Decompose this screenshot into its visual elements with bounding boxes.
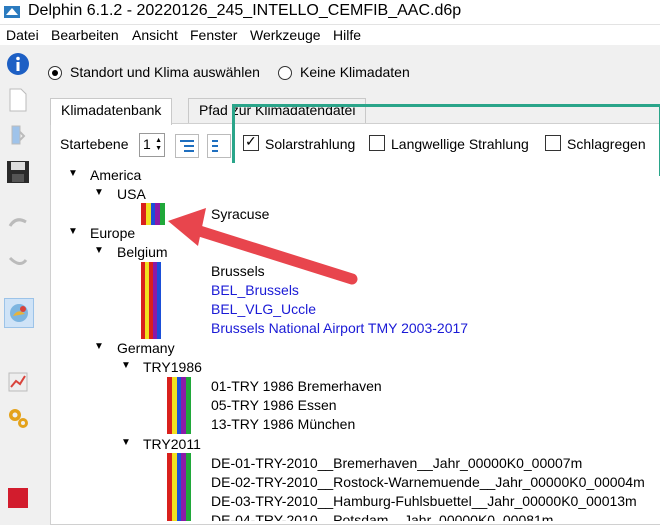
chevron-down-icon[interactable]: ▼ bbox=[121, 360, 131, 371]
tab-klimadatenbank[interactable]: Klimadatenbank bbox=[50, 98, 173, 125]
startebene-value: 1 bbox=[143, 136, 151, 152]
redo-icon[interactable] bbox=[4, 246, 32, 274]
tree-bel-vlg-uccle[interactable]: BEL_VLG_Uccle bbox=[211, 301, 316, 317]
menu-bearbeiten[interactable]: Bearbeiten bbox=[51, 27, 119, 43]
climate-data-bars-icon bbox=[167, 377, 191, 434]
chart-icon[interactable] bbox=[4, 368, 32, 396]
climate-data-bars-icon bbox=[141, 203, 165, 225]
tree-try11-potsdam[interactable]: DE-04-TRY-2010__Potsdam__Jahr_00000K0_00… bbox=[211, 512, 553, 521]
tree-try86-essen[interactable]: 05-TRY 1986 Essen bbox=[211, 397, 337, 413]
menu-datei[interactable]: Datei bbox=[6, 27, 39, 43]
climate-data-bars-icon bbox=[141, 262, 161, 339]
radio-standort[interactable] bbox=[48, 66, 62, 80]
delphin-app-icon bbox=[4, 6, 20, 18]
title-bar: Delphin 6.1.2 - 20220126_245_INTELLO_CEM… bbox=[0, 0, 660, 25]
menu-ansicht[interactable]: Ansicht bbox=[132, 27, 178, 43]
tree-europe[interactable]: Europe bbox=[90, 225, 135, 241]
spin-down-icon[interactable]: ▼ bbox=[155, 145, 162, 152]
window-title: Delphin 6.1.2 - 20220126_245_INTELLO_CEM… bbox=[28, 2, 462, 19]
chevron-down-icon[interactable]: ▼ bbox=[68, 168, 78, 179]
radio-keine-label: Keine Klimadaten bbox=[300, 64, 410, 80]
menu-bar: Datei Bearbeiten Ansicht Fenster Werkzeu… bbox=[0, 25, 660, 45]
tree-bel-brussels[interactable]: BEL_Brussels bbox=[211, 282, 299, 298]
tree-germany[interactable]: Germany bbox=[117, 340, 175, 356]
tree-try11-rostock[interactable]: DE-02-TRY-2010__Rostock-Warnemuende__Jah… bbox=[211, 474, 645, 490]
checkbox-langwellige-strahlung[interactable] bbox=[369, 135, 385, 151]
menu-fenster[interactable]: Fenster bbox=[190, 27, 237, 43]
chevron-down-icon[interactable]: ▼ bbox=[68, 226, 78, 237]
menu-hilfe[interactable]: Hilfe bbox=[333, 27, 361, 43]
stop-icon[interactable] bbox=[4, 484, 32, 512]
left-toolbar bbox=[0, 46, 40, 521]
chevron-down-icon[interactable]: ▼ bbox=[94, 341, 104, 352]
schlagregen-label: Schlagregen bbox=[567, 136, 646, 152]
tree-syracuse[interactable]: Syracuse bbox=[211, 206, 269, 222]
save-icon[interactable] bbox=[4, 158, 32, 186]
menu-werkzeuge[interactable]: Werkzeuge bbox=[250, 27, 321, 43]
langwellige-strahlung-label: Langwellige Strahlung bbox=[391, 136, 529, 152]
expand-tree-button[interactable] bbox=[175, 134, 199, 158]
radio-keine-klimadaten[interactable] bbox=[278, 66, 292, 80]
radio-standort-label: Standort und Klima auswählen bbox=[70, 64, 260, 80]
tree-usa[interactable]: USA bbox=[117, 186, 146, 202]
climate-tree[interactable]: ▼ America ▼ USA Syracuse ▼ Europe ▼ Belg… bbox=[51, 163, 659, 521]
tree-try11-hamburg[interactable]: DE-03-TRY-2010__Hamburg-Fuhlsbuettel__Ja… bbox=[211, 493, 637, 509]
tree-try86-bremerhaven[interactable]: 01-TRY 1986 Bremerhaven bbox=[211, 378, 382, 394]
chevron-down-icon[interactable]: ▼ bbox=[94, 245, 104, 256]
tree-america[interactable]: America bbox=[90, 167, 141, 183]
climate-location-icon[interactable] bbox=[4, 298, 34, 328]
climate-data-bars-icon bbox=[167, 453, 191, 521]
open-icon[interactable] bbox=[4, 122, 32, 150]
undo-icon[interactable] bbox=[4, 210, 32, 238]
chevron-down-icon[interactable]: ▼ bbox=[121, 437, 131, 448]
info-icon[interactable] bbox=[4, 50, 32, 78]
checkbox-solarstrahlung[interactable] bbox=[243, 133, 259, 151]
startebene-spinbox[interactable]: 1 ▲ ▼ bbox=[139, 133, 165, 157]
tree-try1986[interactable]: TRY1986 bbox=[143, 359, 202, 375]
checkbox-schlagregen[interactable] bbox=[545, 135, 561, 151]
tree-try2011[interactable]: TRY2011 bbox=[143, 436, 201, 452]
tree-brussels[interactable]: Brussels bbox=[211, 263, 265, 279]
solarstrahlung-label: Solarstrahlung bbox=[265, 136, 356, 152]
spin-up-icon[interactable]: ▲ bbox=[155, 137, 162, 144]
settings-gears-icon[interactable] bbox=[4, 404, 32, 432]
tree-try86-muenchen[interactable]: 13-TRY 1986 München bbox=[211, 416, 355, 432]
tree-brussels-airport[interactable]: Brussels National Airport TMY 2003-2017 bbox=[211, 320, 468, 336]
new-document-icon[interactable] bbox=[4, 86, 32, 114]
tree-try11-bremerhaven[interactable]: DE-01-TRY-2010__Bremerhaven__Jahr_00000K… bbox=[211, 455, 582, 471]
chevron-down-icon[interactable]: ▼ bbox=[94, 187, 104, 198]
collapse-tree-button[interactable] bbox=[207, 134, 231, 158]
tree-belgium[interactable]: Belgium bbox=[117, 244, 168, 260]
startebene-label: Startebene bbox=[60, 136, 129, 152]
